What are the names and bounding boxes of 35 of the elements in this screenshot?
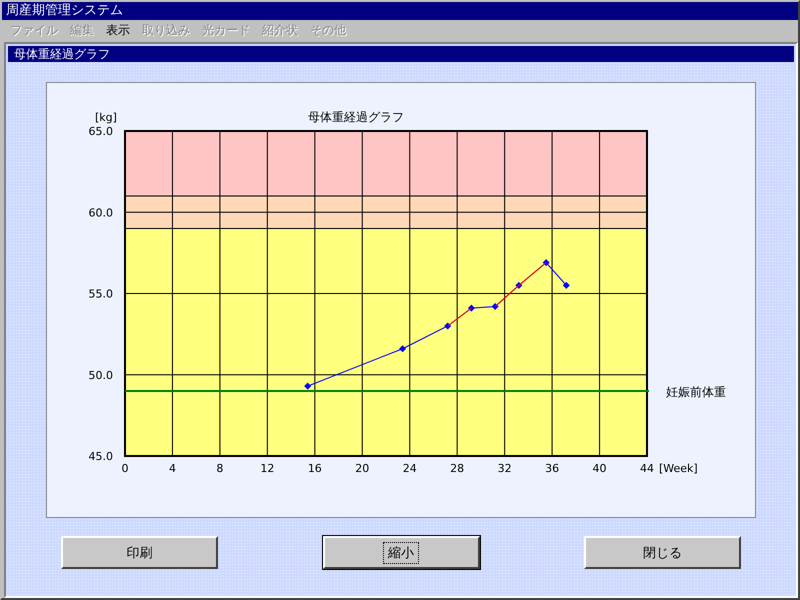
y-tick-label: 55.0 bbox=[88, 288, 113, 300]
x-tick-label: 32 bbox=[498, 462, 512, 475]
panel-title: 母体重経過グラフ bbox=[8, 46, 794, 62]
data-point bbox=[444, 322, 452, 330]
y-tick-label: 45.0 bbox=[88, 450, 113, 463]
button[interactable]: 縮小 bbox=[322, 536, 480, 569]
x-axis-label: [Week] bbox=[659, 462, 698, 475]
reference-label: 妊娠前体重 bbox=[666, 385, 726, 399]
x-tick-label: 28 bbox=[450, 462, 464, 475]
x-tick-label: 0 bbox=[122, 462, 128, 475]
data-point bbox=[542, 259, 550, 266]
x-tick-label: 16 bbox=[308, 462, 322, 475]
y-tick-label: 65.0 bbox=[88, 125, 113, 138]
data-point bbox=[468, 304, 475, 312]
y-axis-label: [kg] bbox=[95, 111, 117, 124]
window-title: 周産期管理システム bbox=[2, 2, 798, 20]
button[interactable]: 閉じる bbox=[584, 536, 741, 569]
x-tick-label: 4 bbox=[168, 462, 176, 475]
data-point bbox=[562, 282, 570, 289]
menu-item[interactable]: 表示 bbox=[100, 22, 136, 38]
x-tick-label: 44 bbox=[640, 462, 654, 475]
y-tick-label: 50.0 bbox=[88, 368, 113, 382]
data-point bbox=[492, 303, 499, 310]
y-tick-label: 60.0 bbox=[88, 206, 113, 220]
chart-title: 母体重経過グラフ bbox=[308, 110, 404, 124]
data-point bbox=[515, 282, 522, 289]
x-tick-label: 20 bbox=[355, 462, 370, 475]
x-tick-label: 8 bbox=[216, 462, 224, 475]
x-tick-label: 12 bbox=[260, 462, 274, 475]
x-tick-label: 40 bbox=[592, 462, 607, 475]
x-tick-label: 36 bbox=[545, 462, 560, 475]
x-tick-label: 24 bbox=[402, 462, 417, 475]
data-point bbox=[304, 382, 312, 390]
data-point bbox=[399, 345, 406, 352]
button[interactable]: 印刷 bbox=[61, 536, 218, 569]
